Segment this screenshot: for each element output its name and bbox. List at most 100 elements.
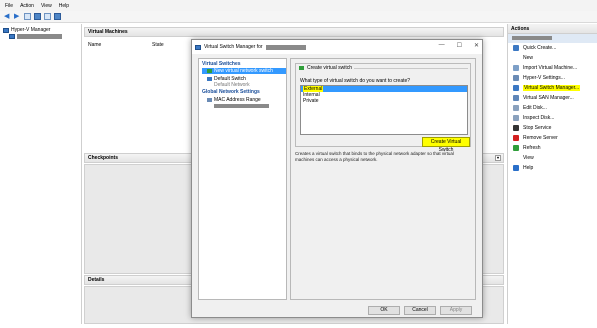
tree-item-server[interactable] xyxy=(9,34,62,39)
tree-root-hyperv-manager[interactable]: Hyper-V Manager xyxy=(3,27,50,33)
actions-list: Quick Create... New Import Virtual Machine… xyxy=(508,43,597,173)
blank-icon xyxy=(513,155,519,161)
server-icon xyxy=(9,34,15,39)
tree-root-label: Hyper-V Manager xyxy=(11,27,51,33)
import-icon xyxy=(513,65,519,71)
action-item[interactable]: Quick Create... xyxy=(508,43,597,53)
new-virtual-switch-item[interactable]: New virtual network switch xyxy=(202,68,286,74)
switch-type-question: What type of virtual switch do you want … xyxy=(300,78,411,84)
action-item-label: New xyxy=(523,55,534,61)
switch-details-panel: Create virtual switch What type of virtu… xyxy=(290,58,476,300)
new-switch-icon xyxy=(207,69,212,73)
switch-type-private[interactable]: Private xyxy=(301,98,467,104)
switch-type-description: Creates a virtual switch that binds to t… xyxy=(295,151,454,162)
actions-server-subheader[interactable] xyxy=(508,34,597,43)
action-item[interactable]: Virtual Switch Manager... xyxy=(508,83,597,93)
mac-address-range-label: MAC Address Range xyxy=(214,97,261,103)
forward-arrow-icon[interactable]: ▶ xyxy=(14,13,21,20)
maximize-button[interactable]: ☐ xyxy=(457,42,462,49)
minimize-button[interactable]: — xyxy=(439,42,445,49)
action-item[interactable]: Remove Server xyxy=(508,133,597,143)
switch-manager-icon xyxy=(195,44,201,50)
action-item[interactable]: Help xyxy=(508,163,597,173)
group-divider xyxy=(344,68,468,69)
switch-type-list[interactable]: External Internal Private xyxy=(300,85,468,135)
collapse-checkpoints-button[interactable]: ▾ xyxy=(495,155,501,161)
disk-icon xyxy=(513,105,519,111)
action-item[interactable]: Refresh xyxy=(508,143,597,153)
refresh-icon xyxy=(513,145,519,151)
new-switch-label: New virtual network switch xyxy=(214,68,273,74)
action-item[interactable]: Virtual SAN Manager... xyxy=(508,93,597,103)
menu-bar: File Action View Help xyxy=(0,0,597,11)
redacted-server-name xyxy=(512,35,552,40)
back-arrow-icon[interactable]: ◀ xyxy=(4,13,11,20)
action-pane-icon[interactable] xyxy=(54,13,61,20)
switch-list-panel: Virtual Switches New virtual network swi… xyxy=(198,58,287,300)
redacted-mac-range xyxy=(214,104,269,108)
mac-address-range-item[interactable]: MAC Address Range xyxy=(207,97,261,103)
action-item-label: Hyper-V Settings... xyxy=(523,75,565,81)
column-name[interactable]: Name xyxy=(88,42,101,48)
action-item[interactable]: Import Virtual Machine... xyxy=(508,63,597,73)
san-icon xyxy=(513,95,519,101)
virtual-switch-manager-dialog: Virtual Switch Manager for — ☐ ✕ Virtual… xyxy=(191,39,483,318)
properties-icon[interactable] xyxy=(34,13,41,20)
action-item-label: Inspect Disk... xyxy=(523,115,555,121)
action-item-label: Help xyxy=(523,165,534,171)
column-state[interactable]: State xyxy=(152,42,164,48)
apply-button[interactable]: Apply xyxy=(440,306,472,315)
quick-create-icon xyxy=(513,45,519,51)
network-icon xyxy=(207,98,212,102)
menu-help[interactable]: Help xyxy=(59,3,69,9)
create-switch-group-title: Create virtual switch xyxy=(299,65,355,71)
menu-view[interactable]: View xyxy=(41,3,52,9)
action-item[interactable]: Stop Service xyxy=(508,123,597,133)
redacted-host-name xyxy=(265,44,306,50)
action-item-label: Stop Service xyxy=(523,125,552,131)
help-icon xyxy=(513,165,519,171)
action-item-label: Refresh xyxy=(523,145,541,151)
action-item-label: Edit Disk... xyxy=(523,105,547,111)
action-item-label: View xyxy=(523,155,534,161)
virtual-machines-header: Virtual Machines xyxy=(84,27,504,37)
create-virtual-switch-button[interactable]: Create Virtual Switch xyxy=(422,137,470,153)
action-item[interactable]: Inspect Disk... xyxy=(508,113,597,123)
action-item[interactable]: View xyxy=(508,153,597,163)
action-item-label: Virtual SAN Manager... xyxy=(523,95,574,101)
hyperv-manager-icon xyxy=(3,27,9,33)
redacted-server-name xyxy=(17,34,62,39)
cancel-button[interactable]: Cancel xyxy=(404,306,436,315)
menu-action[interactable]: Action xyxy=(20,3,34,9)
settings-icon xyxy=(513,75,519,81)
action-item[interactable]: New xyxy=(508,53,597,63)
action-item-label: Virtual Switch Manager... xyxy=(523,85,581,91)
actions-pane: Actions Quick Create... New Import Virtual… xyxy=(507,24,597,324)
help-book-icon[interactable] xyxy=(44,13,51,20)
action-item[interactable]: Edit Disk... xyxy=(508,103,597,113)
action-item-label: Quick Create... xyxy=(523,45,557,51)
global-network-settings-header: Global Network Settings xyxy=(202,89,260,95)
dialog-title-bar[interactable]: Virtual Switch Manager for — ☐ ✕ xyxy=(192,40,482,54)
navigation-tree: Hyper-V Manager xyxy=(0,24,82,324)
stop-icon xyxy=(513,125,519,131)
actions-header: Actions xyxy=(508,24,597,34)
dialog-title: Virtual Switch Manager for xyxy=(204,44,263,50)
remove-icon xyxy=(513,135,519,141)
virtual-switches-header: Virtual Switches xyxy=(202,61,241,67)
blank-icon xyxy=(513,55,519,61)
inspect-icon xyxy=(513,115,519,121)
menu-file[interactable]: File xyxy=(5,3,13,9)
switch-icon xyxy=(513,85,519,91)
show-tree-icon[interactable] xyxy=(24,13,31,20)
create-switch-icon xyxy=(299,66,304,70)
close-button[interactable]: ✕ xyxy=(474,42,479,49)
action-item-label: Import Virtual Machine... xyxy=(523,65,578,71)
toolbar: ◀ ▶ xyxy=(0,11,597,23)
create-switch-group: Create virtual switch What type of virtu… xyxy=(295,63,471,153)
default-network-label: Default Network xyxy=(214,82,250,88)
ok-button[interactable]: OK xyxy=(368,306,400,315)
action-item[interactable]: Hyper-V Settings... xyxy=(508,73,597,83)
action-item-label: Remove Server xyxy=(523,135,558,141)
network-switch-icon xyxy=(207,77,212,81)
